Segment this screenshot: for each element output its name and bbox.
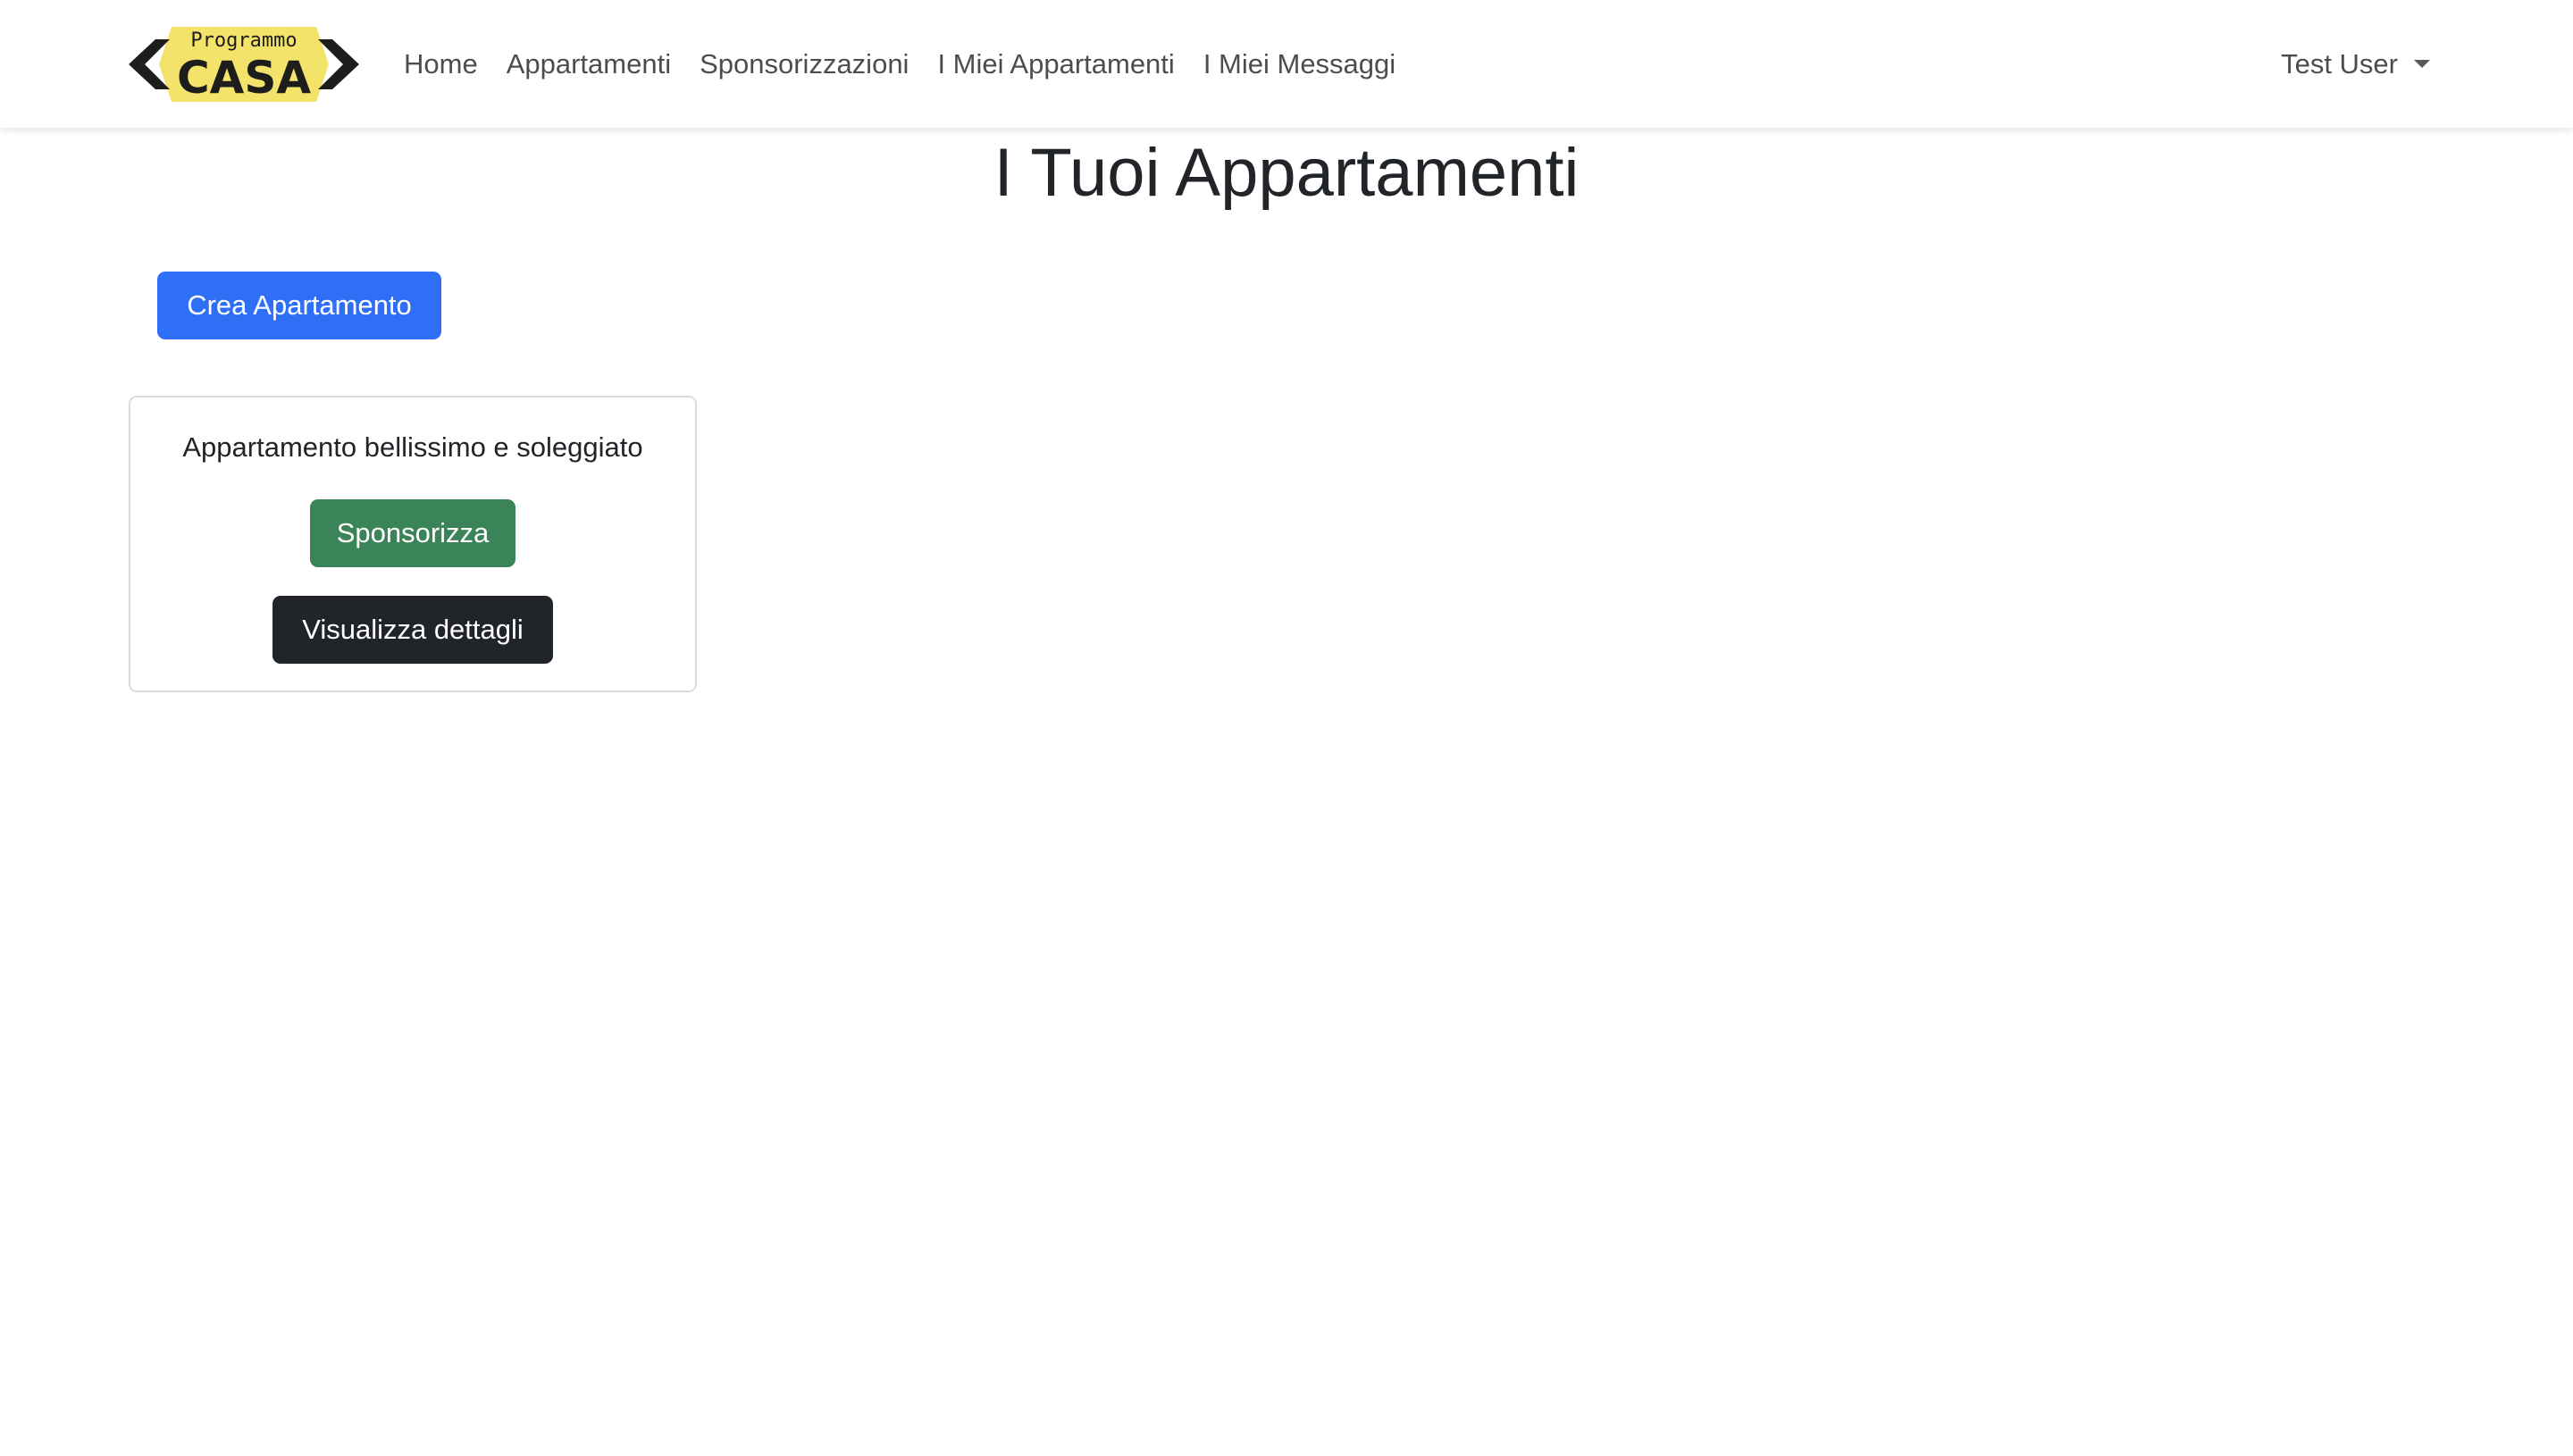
nav-link-miei-appartamenti[interactable]: I Miei Appartamenti: [937, 48, 1174, 80]
nav-link-appartamenti[interactable]: Appartamenti: [507, 48, 671, 80]
nav-link-home[interactable]: Home: [404, 48, 478, 80]
nav-link-sponsorizzazioni[interactable]: Sponsorizzazioni: [700, 48, 909, 80]
svg-text:Programmo: Programmo: [190, 29, 297, 52]
apartment-card: Appartamento bellissimo e soleggiato Spo…: [129, 396, 697, 692]
brand-logo[interactable]: Programmo CASA: [125, 20, 363, 109]
user-dropdown[interactable]: Test User: [2281, 0, 2430, 128]
navbar: Programmo CASA Home Appartamenti Sponsor…: [0, 0, 2573, 128]
user-name: Test User: [2281, 47, 2398, 79]
view-details-button[interactable]: Visualizza dettagli: [272, 596, 553, 664]
nav-link-miei-messaggi[interactable]: I Miei Messaggi: [1203, 48, 1395, 80]
casa-logo-icon: Programmo CASA: [129, 27, 359, 104]
svg-text:CASA: CASA: [177, 52, 311, 104]
sponsor-button[interactable]: Sponsorizza: [310, 499, 515, 567]
apartment-title: Appartamento bellissimo e soleggiato: [182, 431, 643, 463]
caret-down-icon: [2414, 60, 2430, 68]
page-title: I Tuoi Appartamenti: [993, 135, 1580, 211]
create-apartment-button[interactable]: Crea Apartamento: [157, 272, 441, 339]
nav-links: Home Appartamenti Sponsorizzazioni I Mie…: [404, 0, 1424, 128]
